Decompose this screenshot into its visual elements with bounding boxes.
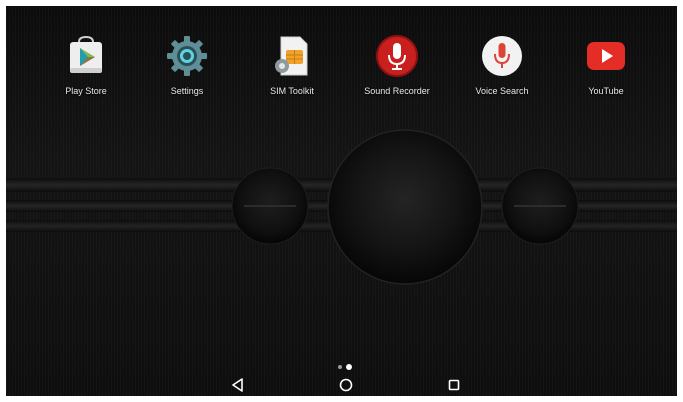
- app-youtube[interactable]: YouTube: [558, 34, 654, 104]
- back-button[interactable]: [226, 376, 250, 394]
- app-label: YouTube: [588, 86, 624, 96]
- recents-button[interactable]: [442, 376, 466, 394]
- app-label: Sound Recorder: [364, 86, 430, 96]
- page-dot[interactable]: [338, 365, 342, 369]
- play-store-icon: [64, 34, 108, 78]
- back-triangle-icon: [226, 376, 250, 394]
- app-sound-recorder[interactable]: Sound Recorder: [349, 34, 445, 104]
- app-settings[interactable]: Settings: [139, 34, 235, 104]
- page-dot-current[interactable]: [346, 364, 352, 370]
- app-shortcuts: Play Store Settings SIM Toolkit Sound Re…: [6, 34, 677, 106]
- home-circle-icon: [334, 376, 358, 394]
- page-indicator: [336, 363, 356, 371]
- app-label: Play Store: [65, 86, 107, 96]
- app-label: Voice Search: [475, 86, 529, 96]
- recents-square-icon: [442, 376, 466, 394]
- app-voice-search[interactable]: Voice Search: [454, 34, 550, 104]
- app-sim-toolkit[interactable]: SIM Toolkit: [244, 34, 340, 104]
- microphone-icon: [480, 34, 524, 78]
- home-button[interactable]: [334, 376, 358, 394]
- app-label: Settings: [170, 86, 204, 96]
- sim-card-icon: [270, 34, 314, 78]
- app-label: SIM Toolkit: [270, 86, 314, 96]
- android-home-screen: Play Store Settings SIM Toolkit Sound Re…: [6, 6, 677, 396]
- app-play-store[interactable]: Play Store: [38, 34, 134, 104]
- youtube-icon: [584, 34, 628, 78]
- microphone-icon: [375, 34, 419, 78]
- gear-icon: [165, 34, 209, 78]
- navigation-bar: [6, 374, 677, 396]
